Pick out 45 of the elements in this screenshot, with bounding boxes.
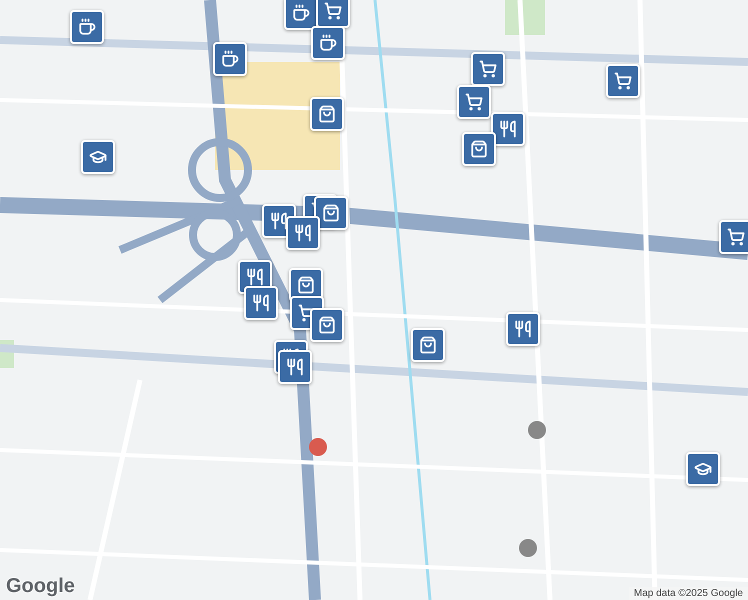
fork-knife-icon [252,294,270,312]
shopping-bag-icon [318,105,336,123]
fork-knife-icon [514,320,532,338]
shopping-cart-icon [324,2,342,20]
map-marker[interactable] [286,216,320,250]
map-marker[interactable] [411,328,445,362]
fork-knife-icon [294,224,312,242]
map-marker[interactable] [491,112,525,146]
graduation-cap-icon [694,460,712,478]
map-marker[interactable] [311,26,345,60]
coffee-cup-icon [292,4,310,22]
map-marker[interactable] [686,452,720,486]
map-marker[interactable] [719,220,748,254]
map-logo: Google [6,575,75,598]
map-marker[interactable] [462,132,496,166]
shopping-cart-icon [727,228,745,246]
shopping-cart-icon [465,93,483,111]
shopping-bag-icon [318,316,336,334]
map-marker[interactable] [471,52,505,86]
map-marker[interactable] [244,286,278,320]
fork-knife-icon [270,212,288,230]
shopping-cart-icon [479,60,497,78]
map-marker[interactable] [278,350,312,384]
map-marker[interactable] [457,85,491,119]
fork-knife-icon [286,358,304,376]
map-marker[interactable] [310,97,344,131]
graduation-cap-icon [89,148,107,166]
map-marker[interactable] [284,0,318,30]
map-marker[interactable] [70,10,104,44]
coffee-cup-icon [78,18,96,36]
shopping-cart-icon [614,72,632,90]
fork-knife-icon [499,120,517,138]
coffee-cup-icon [319,34,337,52]
shopping-bag-icon [297,276,315,294]
map-marker[interactable] [310,308,344,342]
map-marker[interactable] [606,64,640,98]
map-marker[interactable] [213,42,247,76]
shopping-bag-icon [419,336,437,354]
map-marker[interactable] [81,140,115,174]
shopping-bag-icon [322,204,340,222]
map-marker[interactable] [316,0,350,28]
map-marker[interactable] [506,312,540,346]
fork-knife-icon [246,268,264,286]
coffee-cup-icon [221,50,239,68]
shopping-bag-icon [470,140,488,158]
